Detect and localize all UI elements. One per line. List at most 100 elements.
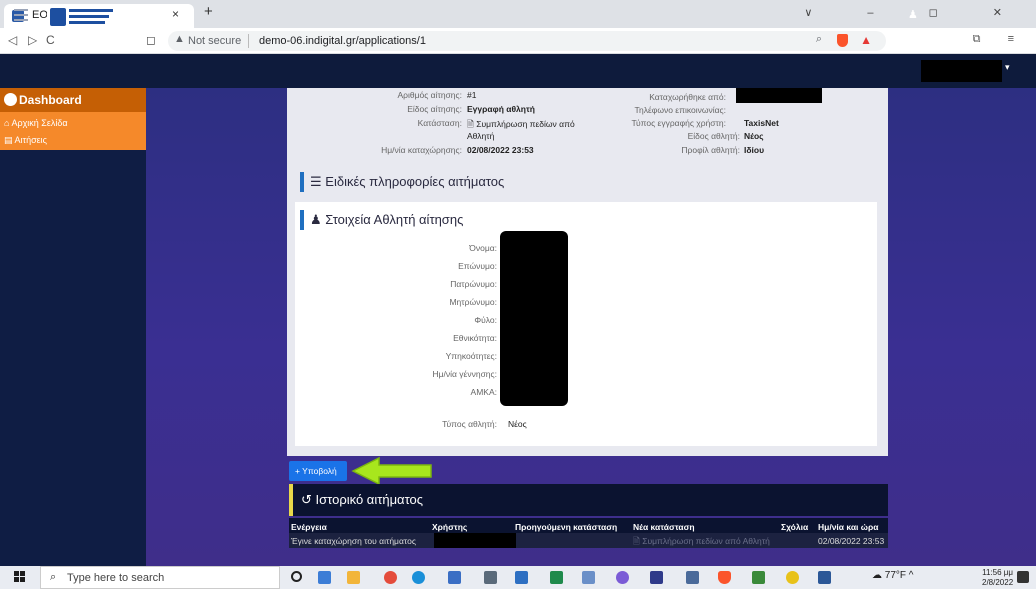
windows-start-icon[interactable] — [14, 571, 26, 583]
address-bar: ◁ ▷ C ◻ ▲ Not secure demo-06.indigital.g… — [0, 28, 1036, 54]
athlete-field-label: Όνομα: — [469, 243, 497, 253]
history-heading: ↺ Ιστορικό αιτήματος — [301, 492, 424, 507]
athlete-field-label: ΑΜΚΑ: — [470, 387, 497, 397]
dashboard-gauge-icon — [4, 93, 17, 106]
special-info-heading: ☰ Ειδικές πληροφορίες αιτήματος — [310, 174, 505, 189]
history-datetime: 02/08/2022 23:53 — [818, 536, 885, 546]
browser-tools-icons[interactable]: ⧉ ≡ — [973, 33, 1026, 46]
app-icon[interactable] — [582, 571, 595, 584]
app-icon[interactable] — [650, 571, 663, 584]
info-label: Αριθμός αίτησης: — [397, 90, 462, 100]
sidebar — [0, 88, 146, 566]
brave-shield-icon[interactable] — [837, 34, 848, 47]
app-icon[interactable] — [484, 571, 497, 584]
history-action: Έγινε καταχώρηση του αιτήματος — [291, 536, 416, 546]
list-icon: ☰ — [310, 174, 326, 189]
info-value: Ιδίου — [744, 145, 765, 155]
redacted-athlete-details — [500, 231, 568, 406]
url-field[interactable]: ▲ Not secure demo-06.indigital.gr/applic… — [168, 31, 886, 51]
column-header: Προηγούμενη κατάσταση — [515, 522, 618, 532]
zoom-icon[interactable]: ⌕ — [816, 33, 822, 46]
user-icon[interactable]: ♟ — [908, 8, 918, 21]
section-accent — [300, 172, 304, 192]
federation-logo[interactable] — [47, 5, 117, 29]
athlete-field-label: Εθνικότητα: — [453, 333, 497, 343]
sidebar-item-home[interactable]: ⌂ Αρχική Σελίδα — [4, 118, 68, 128]
hamburger-menu-icon[interactable] — [14, 9, 28, 23]
section-accent — [300, 210, 304, 230]
warning-icon: ▲ — [174, 33, 185, 45]
weather-tray[interactable]: ☁ 77°F ^ — [872, 570, 914, 581]
redacted-submitter — [736, 88, 822, 103]
green-arrow-annotation — [351, 456, 432, 486]
app-icon[interactable] — [448, 571, 461, 584]
word-icon[interactable] — [818, 571, 831, 584]
not-secure-label: Not secure — [188, 35, 242, 47]
document-icon: 🗎 — [467, 119, 477, 129]
new-tab-button[interactable]: + — [204, 3, 213, 20]
search-icon: ⌕ — [50, 571, 57, 583]
athlete-field-label: Μητρώνυμο: — [449, 297, 497, 307]
url-text[interactable]: demo-06.indigital.gr/applications/1 — [259, 35, 426, 47]
history-new-status: 🗎 Συμπλήρωση πεδίων από Αθλητή — [633, 536, 770, 546]
info-label: Καταχωρήθηκε από: — [649, 92, 726, 102]
info-label: Κατάσταση: — [417, 118, 462, 128]
app-icon[interactable] — [686, 571, 699, 584]
athlete-heading: ♟ Στοιχεία Αθλητή αίτησης — [310, 212, 464, 227]
info-label: Είδος αίτησης: — [407, 104, 462, 114]
column-header: Χρήστης — [432, 522, 468, 532]
athlete-field-label: Φύλο: — [474, 315, 497, 325]
app-icon[interactable] — [786, 571, 799, 584]
weather-icon: ☁ — [872, 570, 885, 581]
forward-icon[interactable]: ▷ — [28, 33, 37, 47]
viber-icon[interactable] — [616, 571, 629, 584]
app-icon[interactable] — [515, 571, 528, 584]
app-icon[interactable] — [752, 571, 765, 584]
info-label: Τηλέφωνο επικοινωνίας: — [634, 105, 726, 115]
info-label: Ημ/νία καταχώρησης: — [381, 145, 462, 155]
info-label: Είδος αθλητή: — [687, 131, 740, 141]
taskbar-search-input[interactable]: ⌕ Type here to search — [40, 566, 280, 589]
info-value: #1 — [467, 90, 477, 100]
notification-icon[interactable] — [1017, 571, 1029, 583]
athlete-field-label: Τύπος αθλητή: — [442, 419, 497, 429]
column-header: Ενέργεια — [291, 522, 327, 532]
taskbar-clock[interactable]: 11:56 μμ 2/8/2022 — [982, 568, 1013, 588]
sidebar-item-applications[interactable]: ▤ Αιτήσεις — [4, 135, 47, 146]
reload-icon[interactable]: C — [46, 33, 55, 47]
info-value: Εγγραφή αθλητή — [467, 104, 535, 114]
history-section: ↺ Ιστορικό αιτήματος — [289, 484, 888, 516]
file-explorer-icon[interactable] — [347, 571, 360, 584]
info-value: 02/08/2022 23:53 — [467, 145, 534, 155]
task-view-icon[interactable] — [291, 571, 302, 582]
info-value: TaxisNet — [744, 118, 779, 128]
edge-icon[interactable] — [412, 571, 425, 584]
athlete-field-label: Υπηκοότητες: — [445, 351, 497, 361]
document-icon: 🗎 — [633, 536, 643, 546]
special-info-section: ☰ Ειδικές πληροφορίες αιτήματος — [300, 172, 600, 192]
redacted-username[interactable] — [921, 60, 1002, 82]
redacted-user — [434, 533, 516, 548]
athlete-type-value: Νέος — [508, 419, 527, 429]
sidebar-menu: ⌂ Αρχική Σελίδα ▤ Αιτήσεις — [0, 112, 146, 150]
submit-button[interactable]: + Υποβολή — [289, 461, 347, 481]
app-icon[interactable] — [550, 571, 563, 584]
sidebar-dashboard[interactable]: Dashboard — [0, 88, 146, 112]
dashboard-label: Dashboard — [19, 93, 82, 107]
table-row: Έγινε καταχώρηση του αιτήματος 🗎 Συμπλήρ… — [289, 533, 888, 548]
column-header: Νέα κατάσταση — [633, 522, 695, 532]
history-icon: ↺ — [301, 492, 316, 507]
person-icon: ♟ — [310, 212, 326, 227]
brave-rewards-icon[interactable]: ▲ — [860, 33, 872, 47]
app-icon[interactable] — [318, 571, 331, 584]
chrome-icon[interactable] — [384, 571, 397, 584]
athlete-field-label: Επώνυμο: — [458, 261, 497, 271]
brave-icon[interactable] — [718, 571, 731, 584]
user-dropdown-caret-icon[interactable]: ▾ — [1005, 62, 1010, 73]
bookmark-icon[interactable]: ◻ — [146, 33, 156, 47]
back-icon[interactable]: ◁ — [8, 33, 17, 47]
info-label: Τύπος εγγραφής χρήστη: — [631, 118, 726, 128]
info-label: Προφίλ αθλητή: — [681, 145, 740, 155]
tab-close-icon[interactable]: × — [172, 7, 179, 21]
athlete-heading-row: ♟ Στοιχεία Αθλητή αίτησης — [300, 210, 600, 230]
